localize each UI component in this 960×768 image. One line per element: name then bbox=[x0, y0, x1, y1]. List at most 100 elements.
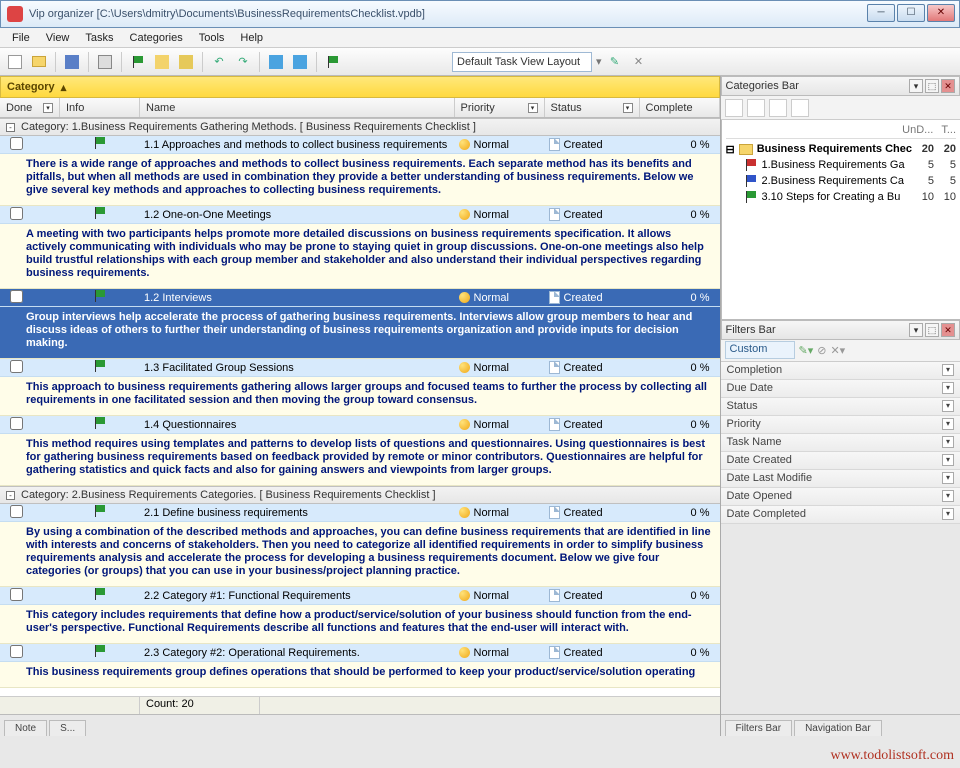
chevron-down-icon[interactable]: ▾ bbox=[942, 382, 954, 394]
layout-dropdown-icon[interactable]: ▾ bbox=[596, 55, 602, 68]
task-row[interactable]: 1.4 QuestionnairesNormalCreated0 % bbox=[0, 416, 720, 434]
task-button-3[interactable] bbox=[175, 51, 197, 73]
done-checkbox[interactable] bbox=[10, 417, 23, 430]
open-button[interactable] bbox=[28, 51, 50, 73]
chevron-down-icon[interactable]: ▾ bbox=[942, 490, 954, 502]
close-button[interactable]: ✕ bbox=[927, 4, 955, 22]
panel-pin-icon[interactable]: ⬚ bbox=[925, 79, 939, 93]
cat-tool-1[interactable] bbox=[725, 99, 743, 117]
menu-categories[interactable]: Categories bbox=[122, 30, 191, 46]
filter-row[interactable]: Status▾ bbox=[721, 398, 960, 416]
cat-tool-4[interactable] bbox=[791, 99, 809, 117]
col-info[interactable]: Info bbox=[60, 98, 140, 117]
col-complete[interactable]: Complete bbox=[640, 98, 720, 117]
panel-close-icon[interactable]: ✕ bbox=[941, 323, 955, 337]
filter-delete-icon[interactable]: ✕▾ bbox=[830, 344, 845, 357]
cat-tool-3[interactable] bbox=[769, 99, 787, 117]
col-name[interactable]: Name bbox=[140, 98, 455, 117]
done-checkbox[interactable] bbox=[10, 360, 23, 373]
done-checkbox[interactable] bbox=[10, 505, 23, 518]
chevron-down-icon[interactable]: ▾ bbox=[942, 436, 954, 448]
categories-tree[interactable]: UnD...T... ⊟ Business Requirements Chec … bbox=[721, 120, 960, 319]
cat-tool-2[interactable] bbox=[747, 99, 765, 117]
panel-close-icon[interactable]: ✕ bbox=[941, 79, 955, 93]
task-row[interactable]: 1.3 Facilitated Group SessionsNormalCrea… bbox=[0, 359, 720, 377]
chevron-down-icon[interactable]: ▾ bbox=[942, 418, 954, 430]
save-button[interactable] bbox=[61, 51, 83, 73]
chevron-down-icon[interactable]: ▴ bbox=[61, 81, 67, 94]
filter-icon[interactable]: ▾ bbox=[528, 103, 538, 113]
filter-row[interactable]: Due Date▾ bbox=[721, 380, 960, 398]
redo-button[interactable]: ↷ bbox=[232, 51, 254, 73]
menu-help[interactable]: Help bbox=[232, 30, 271, 46]
chevron-down-icon[interactable]: ▾ bbox=[942, 364, 954, 376]
task-grid[interactable]: -Category: 1.Business Requirements Gathe… bbox=[0, 118, 720, 696]
col-status[interactable]: Status▾ bbox=[545, 98, 640, 117]
chevron-down-icon[interactable]: ▾ bbox=[942, 400, 954, 412]
group-row[interactable]: -Category: 1.Business Requirements Gathe… bbox=[0, 118, 720, 136]
tab-s[interactable]: S... bbox=[49, 720, 86, 736]
task-row[interactable]: 2.3 Category #2: Operational Requirement… bbox=[0, 644, 720, 662]
filter-preset-select[interactable]: Custom bbox=[725, 341, 795, 359]
task-row[interactable]: 2.1 Define business requirementsNormalCr… bbox=[0, 504, 720, 522]
task-row[interactable]: 1.1 Approaches and methods to collect bu… bbox=[0, 136, 720, 154]
chevron-down-icon[interactable]: ▾ bbox=[942, 472, 954, 484]
layout-edit-button[interactable]: ✎ bbox=[604, 51, 626, 73]
layout-select[interactable] bbox=[452, 52, 592, 72]
tree-item[interactable]: 2.Business Requirements Ca55 bbox=[726, 173, 957, 189]
refresh-button[interactable] bbox=[322, 51, 344, 73]
tab-note[interactable]: Note bbox=[4, 720, 47, 736]
category-bar[interactable]: Category ▴ bbox=[0, 76, 720, 98]
filter-clear-icon[interactable]: ⊘ bbox=[817, 344, 826, 357]
tree-item[interactable]: 1.Business Requirements Ga55 bbox=[726, 157, 957, 173]
done-checkbox[interactable] bbox=[10, 290, 23, 303]
menu-tasks[interactable]: Tasks bbox=[77, 30, 121, 46]
collapse-icon[interactable]: - bbox=[6, 123, 15, 132]
collapse-icon[interactable]: ⊟ bbox=[726, 143, 735, 156]
filter-row[interactable]: Date Completed▾ bbox=[721, 506, 960, 524]
tree-root[interactable]: ⊟ Business Requirements Chec 20 20 bbox=[726, 141, 957, 157]
panel-pin-icon[interactable]: ⬚ bbox=[925, 323, 939, 337]
done-checkbox[interactable] bbox=[10, 645, 23, 658]
filter-row[interactable]: Date Last Modifie▾ bbox=[721, 470, 960, 488]
maximize-button[interactable]: ☐ bbox=[897, 4, 925, 22]
task-button-1[interactable] bbox=[127, 51, 149, 73]
status-label: Created bbox=[564, 507, 603, 519]
done-checkbox[interactable] bbox=[10, 137, 23, 150]
task-row[interactable]: 2.2 Category #1: Functional Requirements… bbox=[0, 587, 720, 605]
filter-row[interactable]: Priority▾ bbox=[721, 416, 960, 434]
group-row[interactable]: -Category: 2.Business Requirements Categ… bbox=[0, 486, 720, 504]
panel-menu-icon[interactable]: ▾ bbox=[909, 323, 923, 337]
filter-icon[interactable]: ▾ bbox=[623, 103, 633, 113]
task-row[interactable]: 1.2 One-on-One MeetingsNormalCreated0 % bbox=[0, 206, 720, 224]
done-checkbox[interactable] bbox=[10, 207, 23, 220]
minimize-button[interactable]: ─ bbox=[867, 4, 895, 22]
col-done[interactable]: Done▾ bbox=[0, 98, 60, 117]
chevron-down-icon[interactable]: ▾ bbox=[942, 454, 954, 466]
panel-menu-icon[interactable]: ▾ bbox=[909, 79, 923, 93]
undo-button[interactable]: ↶ bbox=[208, 51, 230, 73]
menu-file[interactable]: File bbox=[4, 30, 38, 46]
filter-row[interactable]: Completion▾ bbox=[721, 362, 960, 380]
filter-row[interactable]: Date Created▾ bbox=[721, 452, 960, 470]
layout-delete-button[interactable]: ✕ bbox=[628, 51, 650, 73]
done-checkbox[interactable] bbox=[10, 588, 23, 601]
tab-filters-bar[interactable]: Filters Bar bbox=[725, 720, 793, 736]
filter-edit-icon[interactable]: ✎▾ bbox=[799, 344, 814, 357]
print-button[interactable] bbox=[94, 51, 116, 73]
filter-row[interactable]: Task Name▾ bbox=[721, 434, 960, 452]
chevron-down-icon[interactable]: ▾ bbox=[942, 508, 954, 520]
tree-item[interactable]: 3.10 Steps for Creating a Bu1010 bbox=[726, 189, 957, 205]
menu-view[interactable]: View bbox=[38, 30, 78, 46]
task-button-2[interactable] bbox=[151, 51, 173, 73]
collapse-icon[interactable]: - bbox=[6, 491, 15, 500]
task-row[interactable]: 1.2 InterviewsNormalCreated0 % bbox=[0, 289, 720, 307]
menu-tools[interactable]: Tools bbox=[191, 30, 233, 46]
nav-prev-button[interactable] bbox=[265, 51, 287, 73]
new-file-button[interactable] bbox=[4, 51, 26, 73]
nav-next-button[interactable] bbox=[289, 51, 311, 73]
filter-icon[interactable]: ▾ bbox=[43, 103, 53, 113]
tab-navigation-bar[interactable]: Navigation Bar bbox=[794, 720, 882, 736]
col-priority[interactable]: Priority▾ bbox=[455, 98, 545, 117]
filter-row[interactable]: Date Opened▾ bbox=[721, 488, 960, 506]
